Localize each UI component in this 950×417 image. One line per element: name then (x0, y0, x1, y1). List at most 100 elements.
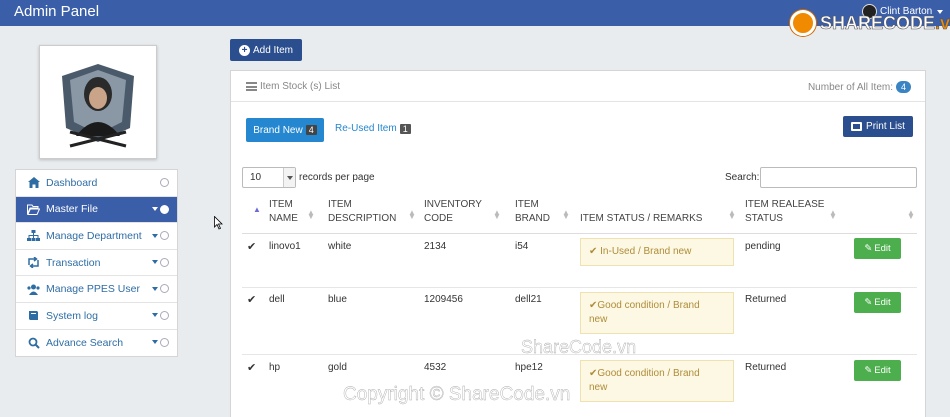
sidebar-item-label: Manage Department (46, 229, 142, 242)
cell-item-brand: dell21 (515, 294, 542, 305)
search-label: Search: (725, 172, 760, 183)
panel-header: Item Stock (s) List Number of All Item: … (231, 71, 925, 102)
sidebar-item-transaction[interactable]: Transaction (16, 250, 177, 277)
sidebar-item-label: Master File (46, 203, 98, 216)
users-icon (27, 284, 40, 295)
circle-icon (160, 310, 169, 320)
sidebar-item-label: Advance Search (46, 336, 124, 349)
status-badge: ✔Good condition / Brand new (580, 360, 734, 402)
cell-item-brand: i54 (515, 241, 529, 252)
cell-inventory-code: 2134 (424, 241, 447, 252)
watermark-bottom: Copyright © ShareCode.vn (343, 384, 571, 405)
caret-down-icon (152, 260, 158, 265)
item-count-label: Number of All Item: (807, 81, 893, 93)
sidebar-menu: Dashboard Master File Manage Department … (15, 169, 178, 358)
sort-icon[interactable]: ▲ ▼ (307, 209, 315, 221)
sidebar-item-label: Dashboard (46, 176, 98, 189)
check-icon: ✔ (247, 362, 257, 374)
caret-down-icon (152, 286, 158, 291)
cell-item-name: linovo1 (269, 241, 301, 252)
sort-icon[interactable]: ▲ ▼ (907, 209, 915, 221)
logo-text-suffix: .vn (935, 12, 950, 33)
add-item-label: Add Item (252, 44, 294, 56)
book-icon (27, 310, 40, 321)
sidebar-item-master-file[interactable]: Master File (16, 196, 177, 224)
caret-down-icon (152, 313, 158, 318)
cell-item-name: hp (269, 362, 281, 373)
sidebar-item-system-log[interactable]: System log (16, 303, 177, 330)
profile-picture (39, 45, 157, 159)
edit-button[interactable]: ✎ Edit (854, 238, 901, 259)
status-badge: ✔ In-Used / Brand new (580, 238, 734, 266)
tab-badge: 1 (399, 123, 411, 134)
edit-icon: ✎ (864, 243, 873, 254)
home-icon (27, 177, 40, 189)
column-header-item-description[interactable]: ITEM DESCRIPTION (328, 198, 396, 226)
circle-icon (160, 257, 169, 267)
search-input[interactable] (760, 167, 917, 188)
folder-open-icon (27, 204, 40, 215)
cell-inventory-code: 4532 (424, 362, 447, 373)
print-icon (851, 122, 863, 131)
sort-asc-icon[interactable]: ▲ (253, 206, 261, 214)
sidebar-item-label: Manage PPES User (46, 283, 140, 296)
edit-button[interactable]: ✎ Edit (854, 360, 901, 381)
caret-down-icon (152, 340, 158, 345)
circle-icon (160, 178, 169, 187)
column-header-release-status[interactable]: ITEM REALEASE STATUS (745, 198, 824, 226)
edit-button[interactable]: ✎ Edit (854, 292, 901, 313)
sitemap-icon (27, 230, 40, 242)
cell-item-name: dell (269, 294, 285, 305)
cell-release-status: Returned (745, 362, 787, 373)
sort-icon[interactable]: ▲ ▼ (728, 209, 736, 221)
logo-circle-icon (790, 10, 816, 36)
tab-label: Re-Used Item (335, 123, 397, 134)
records-per-page-label: records per page (299, 172, 375, 183)
sidebar-item-manage-ppes-user[interactable]: Manage PPES User (16, 276, 177, 303)
sort-icon[interactable]: ▲ ▼ (493, 209, 501, 221)
cell-item-brand: hpe12 (515, 362, 543, 373)
sort-icon[interactable]: ▲ ▼ (829, 209, 837, 221)
cell-release-status: pending (745, 241, 781, 252)
sort-icon[interactable]: ▲ ▼ (562, 209, 570, 221)
print-label: Print List (866, 121, 905, 132)
table-header-divider (242, 233, 917, 234)
cell-item-description: gold (328, 362, 347, 373)
add-item-button[interactable]: + Add Item (230, 39, 302, 61)
cell-item-description: blue (328, 294, 347, 305)
mouse-cursor-icon (214, 215, 224, 233)
sidebar-item-manage-department[interactable]: Manage Department (16, 223, 177, 250)
edit-icon: ✎ (864, 297, 873, 308)
sidebar-item-label: Transaction (46, 256, 101, 269)
caret-down-icon (152, 207, 158, 212)
search-icon (27, 337, 40, 349)
check-icon: ✔ (247, 241, 257, 253)
records-per-page-value: 10 (250, 172, 262, 183)
list-icon (246, 82, 257, 91)
sort-icon[interactable]: ▲ ▼ (408, 209, 416, 221)
sharecode-logo: SHARECODE.vn (790, 10, 950, 36)
sidebar-item-advance-search[interactable]: Advance Search (16, 330, 177, 357)
panel-title: Item Stock (s) List (260, 81, 341, 92)
check-icon: ✔ (247, 294, 257, 306)
tab-label: Brand New (253, 124, 303, 136)
column-header-item-brand[interactable]: ITEM BRAND (515, 198, 550, 226)
cell-release-status: Returned (745, 294, 787, 305)
cell-item-description: white (328, 241, 352, 252)
circle-icon (160, 284, 169, 294)
tab-re-used-item[interactable]: Re-Used Item 1 (335, 123, 411, 134)
records-per-page-select[interactable]: 10 (242, 167, 296, 188)
sidebar-item-dashboard[interactable]: Dashboard (16, 170, 177, 197)
tab-brand-new[interactable]: Brand New 4 (246, 118, 324, 142)
caret-down-icon (152, 233, 158, 238)
retweet-icon (27, 257, 40, 269)
app-title[interactable]: Admin Panel (14, 3, 99, 20)
sidebar-item-label: System log (46, 309, 98, 322)
print-list-button[interactable]: Print List (843, 116, 913, 137)
status-badge: ✔Good condition / Brand new (580, 292, 734, 334)
column-header-item-status[interactable]: ITEM STATUS / REMARKS (580, 212, 702, 226)
column-header-item-name[interactable]: ITEM NAME (269, 198, 298, 226)
logo-text-main: SHARECODE (820, 12, 936, 33)
item-count-badge: 4 (895, 81, 911, 93)
column-header-inventory-code[interactable]: INVENTORY CODE (424, 198, 482, 226)
